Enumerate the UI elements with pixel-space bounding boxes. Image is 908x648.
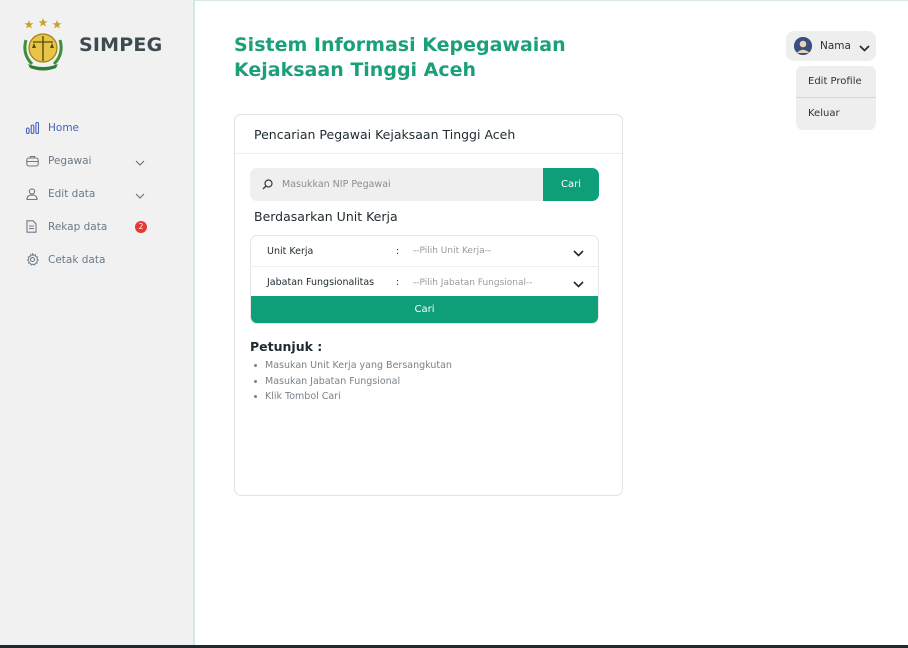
chevron-down-icon bbox=[135, 184, 145, 203]
jabatan-fungsional-select[interactable]: Jabatan Fungsionalitas : --Pilih Jabatan… bbox=[251, 267, 598, 298]
document-icon bbox=[25, 220, 39, 234]
user-menu-button[interactable]: Nama bbox=[786, 31, 876, 61]
avatar bbox=[794, 37, 812, 55]
hint-list: Masukan Unit Kerja yang Bersangkutan Mas… bbox=[254, 358, 452, 405]
notification-badge: 2 bbox=[135, 220, 147, 233]
filter-selected-value: --Pilih Unit Kerja-- bbox=[413, 246, 492, 256]
page-title: Sistem Informasi Kepegawaian Kejaksaan T… bbox=[234, 33, 654, 83]
kejaksaan-emblem-logo bbox=[18, 18, 68, 72]
list-item: Masukan Unit Kerja yang Bersangkutan bbox=[254, 358, 452, 374]
unit-kerja-select[interactable]: Unit Kerja : --Pilih Unit Kerja-- bbox=[251, 236, 598, 267]
chevron-down-icon bbox=[859, 37, 870, 56]
search-button[interactable]: Cari bbox=[543, 168, 599, 201]
user-dropdown-menu: Edit Profile Keluar bbox=[796, 66, 876, 130]
filter-colon: : bbox=[396, 277, 400, 288]
sidebar-item-pegawai[interactable]: Pegawai bbox=[25, 144, 185, 177]
list-item: Masukan Jabatan Fungsional bbox=[254, 374, 452, 390]
sidebar-nav: Home Pegawai Edit data Rekap data 2 Ceta… bbox=[25, 111, 185, 276]
user-icon bbox=[25, 187, 39, 201]
bar-chart-icon bbox=[25, 121, 39, 135]
search-icon bbox=[262, 175, 273, 194]
filter-search-button[interactable]: Cari bbox=[251, 296, 598, 323]
filter-selected-value: --Pilih Jabatan Fungsional-- bbox=[413, 277, 533, 288]
filter-colon: : bbox=[396, 245, 400, 257]
hint-text: Masukan Unit Kerja yang Bersangkutan bbox=[265, 360, 452, 372]
page-title-line-1: Sistem Informasi Kepegawaian bbox=[234, 34, 566, 56]
menu-item-logout[interactable]: Keluar bbox=[796, 98, 876, 129]
sidebar-item-cetak-data[interactable]: Cetak data bbox=[25, 243, 185, 276]
bullet-icon bbox=[254, 364, 257, 368]
bullet-icon bbox=[254, 379, 257, 383]
sidebar-item-label: Cetak data bbox=[48, 253, 106, 266]
chevron-down-icon bbox=[573, 273, 584, 292]
chevron-down-icon bbox=[573, 242, 584, 261]
chevron-down-icon bbox=[135, 151, 145, 170]
sidebar-item-label: Edit data bbox=[48, 187, 96, 200]
search-field[interactable] bbox=[250, 168, 543, 201]
page-title-line-2: Kejaksaan Tinggi Aceh bbox=[234, 59, 477, 81]
bullet-icon bbox=[254, 395, 257, 399]
nip-search-bar: Cari bbox=[250, 168, 599, 201]
menu-item-edit-profile[interactable]: Edit Profile bbox=[796, 66, 876, 97]
sidebar-item-label: Pegawai bbox=[48, 154, 92, 167]
hint-text: Masukan Jabatan Fungsional bbox=[265, 375, 401, 387]
search-card: Pencarian Pegawai Kejaksaan Tinggi Aceh … bbox=[234, 114, 623, 496]
hint-text: Klik Tombol Cari bbox=[265, 391, 341, 403]
app-name: SIMPEG bbox=[79, 34, 163, 56]
briefcase-icon bbox=[25, 154, 39, 168]
list-item: Klik Tombol Cari bbox=[254, 389, 452, 405]
user-name: Nama bbox=[820, 40, 851, 52]
sidebar-item-edit-data[interactable]: Edit data bbox=[25, 177, 185, 210]
nip-search-input[interactable] bbox=[282, 179, 522, 190]
sidebar-item-rekap-data[interactable]: Rekap data 2 bbox=[25, 210, 185, 243]
gear-icon bbox=[25, 253, 39, 267]
sidebar-item-label: Rekap data bbox=[48, 220, 108, 233]
unit-filter-form: Unit Kerja : --Pilih Unit Kerja-- Jabata… bbox=[250, 235, 599, 324]
filter-label: Unit Kerja bbox=[267, 245, 314, 257]
brand[interactable]: SIMPEG bbox=[18, 18, 162, 72]
sidebar: SIMPEG Home Pegawai Edit data Rekap data… bbox=[0, 0, 195, 645]
filter-section-title: Berdasarkan Unit Kerja bbox=[254, 209, 398, 224]
hint-title: Petunjuk : bbox=[250, 339, 323, 354]
sidebar-item-home[interactable]: Home bbox=[25, 111, 185, 144]
sidebar-item-label: Home bbox=[48, 121, 80, 134]
card-title: Pencarian Pegawai Kejaksaan Tinggi Aceh bbox=[235, 115, 622, 154]
filter-label: Jabatan Fungsionalitas bbox=[267, 277, 375, 288]
